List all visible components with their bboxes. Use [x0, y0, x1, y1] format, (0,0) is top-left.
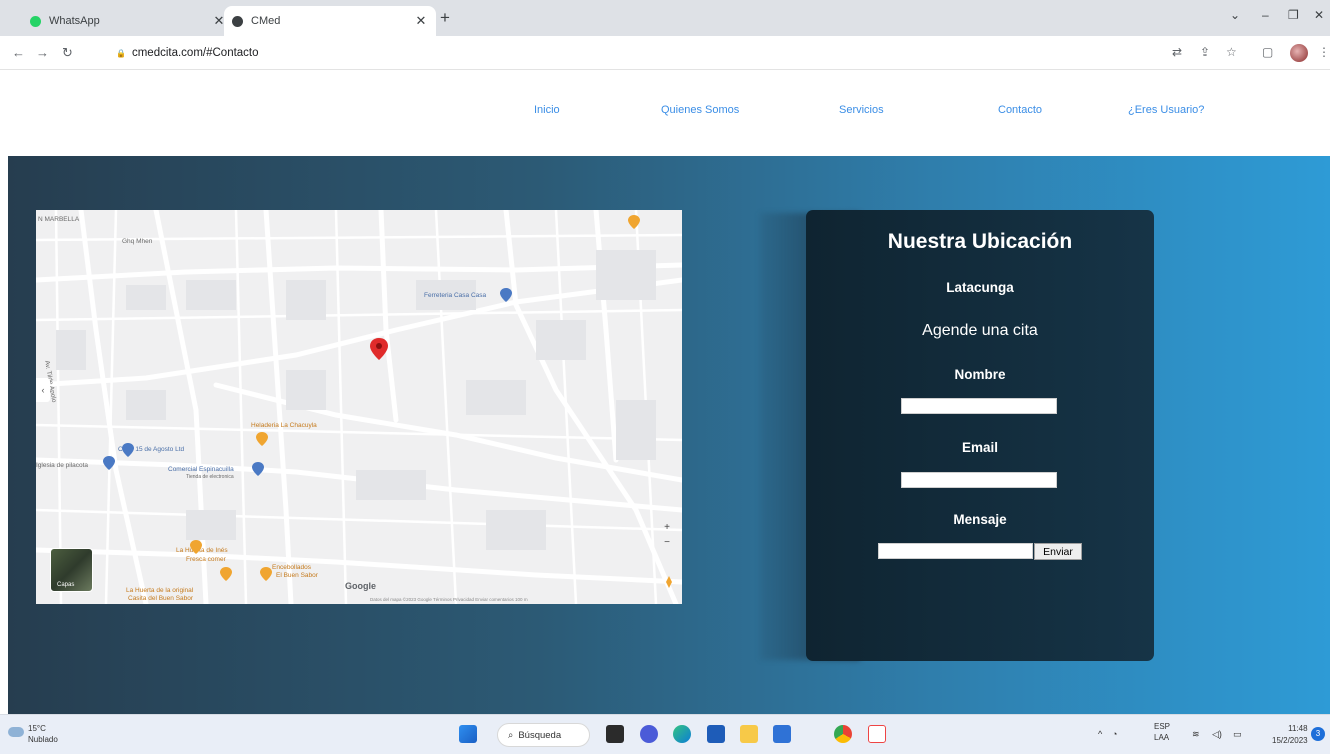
file-explorer-icon[interactable]	[740, 725, 758, 743]
search-icon: ⌕	[508, 729, 514, 741]
map-label-street: Ghq Mhen	[122, 238, 153, 245]
language-bottom: LAA	[1154, 733, 1170, 742]
embedded-map[interactable]: N MARBELLA Ghq Mhen Ferreteria Casa Casa…	[36, 210, 682, 604]
tab-title: CMed	[251, 15, 281, 27]
site-navbar: Inicio Quienes Somos Servicios Contacto …	[8, 70, 1330, 156]
browser-toolbar: ← → ↻ 🔒 cmedcita.com/#Contacto ⇄ ⇪ ☆ ▢ ⋮	[0, 36, 1330, 70]
url-text: cmedcita.com/#Contacto	[131, 47, 259, 59]
map-label-huerta-ines-sub: Fresca comer	[186, 556, 226, 563]
browser-tab-strip: WhatsApp ✕ CMed ✕ + ⌄ – ❐ ✕	[0, 0, 1330, 36]
weather-widget[interactable]: 15°C Nublado	[28, 723, 58, 745]
minimize-icon[interactable]: –	[1262, 8, 1269, 22]
close-tab-icon[interactable]: ✕	[414, 13, 428, 29]
map-label-comercial-sub: Tienda de electronica	[186, 474, 234, 480]
system-clock[interactable]: 11:48 15/2/2023	[1272, 723, 1308, 747]
name-field[interactable]	[901, 398, 1057, 414]
store-icon[interactable]	[707, 725, 725, 743]
start-icon[interactable]	[459, 725, 477, 743]
email-label: Email	[961, 440, 999, 455]
map-footer[interactable]: Datos del mapa ©2023 Google Términos Pri…	[370, 597, 528, 602]
map-label-comercial: Comercial Espinacuilla	[168, 466, 234, 473]
map-zoom-controls[interactable]: + −	[658, 522, 676, 548]
nav-quienes-somos[interactable]: Quienes Somos	[661, 104, 739, 116]
tray-chevron-icon[interactable]: ^	[1098, 729, 1102, 739]
profile-avatar[interactable]	[1290, 44, 1308, 62]
pdf-reader-icon[interactable]	[868, 725, 886, 743]
language-top: ESP	[1154, 722, 1171, 731]
battery-icon[interactable]: ▭	[1233, 729, 1242, 740]
map-label-huerta-ines: La Huerta de Inés	[176, 547, 228, 554]
side-panel-icon[interactable]: ▢	[1262, 45, 1273, 59]
map-label-marbella: N MARBELLA	[38, 216, 80, 223]
email-field[interactable]	[901, 472, 1057, 488]
tab-whatsapp[interactable]: WhatsApp ✕	[22, 6, 234, 36]
address-bar[interactable]: 🔒 cmedcita.com/#Contacto	[104, 41, 1154, 65]
map-label-huerta-original: La Huerta de la original	[126, 587, 194, 594]
restore-icon[interactable]: ❐	[1288, 8, 1299, 22]
map-label-huerta-original-sub: Casita del Buen Sabor	[128, 595, 194, 602]
tab-cmed[interactable]: CMed ✕	[224, 6, 436, 36]
translate-icon[interactable]: ⇄	[1172, 45, 1182, 59]
tab-search-icon[interactable]: ⌄	[1230, 8, 1240, 22]
task-view-icon[interactable]	[606, 725, 624, 743]
message-field[interactable]	[878, 543, 1033, 559]
whatsapp-favicon-icon	[30, 15, 41, 27]
message-label: Mensaje	[953, 512, 1007, 527]
cloud-icon	[8, 727, 24, 737]
google-logo: Google	[345, 581, 376, 591]
lock-icon: 🔒	[116, 48, 126, 58]
wifi-icon[interactable]: ≋	[1192, 729, 1200, 740]
zoom-out-icon[interactable]: −	[658, 537, 676, 548]
nav-contacto[interactable]: Contacto	[998, 104, 1042, 116]
map-label-encebollado: Encebollados	[272, 564, 312, 571]
nav-eres-usuario[interactable]: ¿Eres Usuario?	[1128, 104, 1204, 116]
chat-icon[interactable]	[640, 725, 658, 743]
city-label: Latacunga	[946, 280, 1014, 295]
layers-label: Capas	[57, 582, 75, 588]
map-label-ferreteria: Ferreteria Casa Casa	[424, 292, 487, 299]
tray-app-icon[interactable]: ◔	[1112, 729, 1117, 739]
card-heading: Nuestra Ubicación	[887, 230, 1073, 253]
new-tab-button[interactable]: +	[440, 8, 450, 28]
map-label-coop: Coop 15 de Agosto Ltd	[118, 446, 185, 453]
nav-inicio[interactable]: Inicio	[534, 104, 560, 116]
zoom-in-icon[interactable]: +	[658, 522, 676, 533]
cmed-favicon-icon	[232, 15, 243, 27]
map-expand-button[interactable]: ‹	[36, 378, 50, 402]
language-indicator[interactable]: ESP LAA	[1154, 721, 1170, 743]
location-card: Nuestra Ubicación Latacunga Agende una c…	[806, 210, 1154, 661]
menu-icon[interactable]: ⋮	[1318, 45, 1330, 59]
temperature: 15°C	[28, 724, 46, 733]
tab-title: WhatsApp	[49, 15, 100, 27]
weather-condition: Nublado	[28, 735, 58, 744]
notification-icon[interactable]: 3	[1311, 727, 1325, 741]
clock-time: 11:48	[1288, 724, 1308, 733]
nav-servicios[interactable]: Servicios	[839, 104, 884, 116]
bookmark-star-icon[interactable]: ☆	[1226, 45, 1237, 59]
volume-icon[interactable]: ◁)	[1212, 729, 1222, 740]
back-icon[interactable]: ←	[12, 45, 25, 60]
forward-icon[interactable]: →	[36, 45, 49, 60]
appointment-subheading: Agende una cita	[922, 322, 1038, 339]
app-icon[interactable]	[773, 725, 791, 743]
name-label: Nombre	[954, 367, 1006, 382]
map-label-iglesia: Iglesia de pilacota	[36, 462, 89, 469]
send-button[interactable]: Enviar	[1034, 543, 1082, 560]
reload-icon[interactable]: ↻	[62, 45, 73, 61]
share-icon[interactable]: ⇪	[1200, 45, 1210, 59]
map-layers-button[interactable]: Capas	[50, 548, 93, 592]
map-streets	[36, 210, 682, 604]
search-label: Búsqueda	[518, 729, 562, 741]
windows-taskbar: 15°C Nublado ⌕ Búsqueda ^ ◔ ESP LAA ≋ ◁)…	[0, 714, 1330, 754]
taskbar-search[interactable]: ⌕ Búsqueda	[497, 723, 590, 747]
window-close-icon[interactable]: ✕	[1314, 8, 1324, 22]
map-label-heladeria: Heladeria La Chacuyla	[251, 422, 317, 429]
edge-icon[interactable]	[673, 725, 691, 743]
map-label-encebollado-sub: El Buen Sabor	[276, 572, 318, 579]
chrome-icon[interactable]	[834, 725, 852, 743]
clock-date: 15/2/2023	[1272, 736, 1308, 745]
